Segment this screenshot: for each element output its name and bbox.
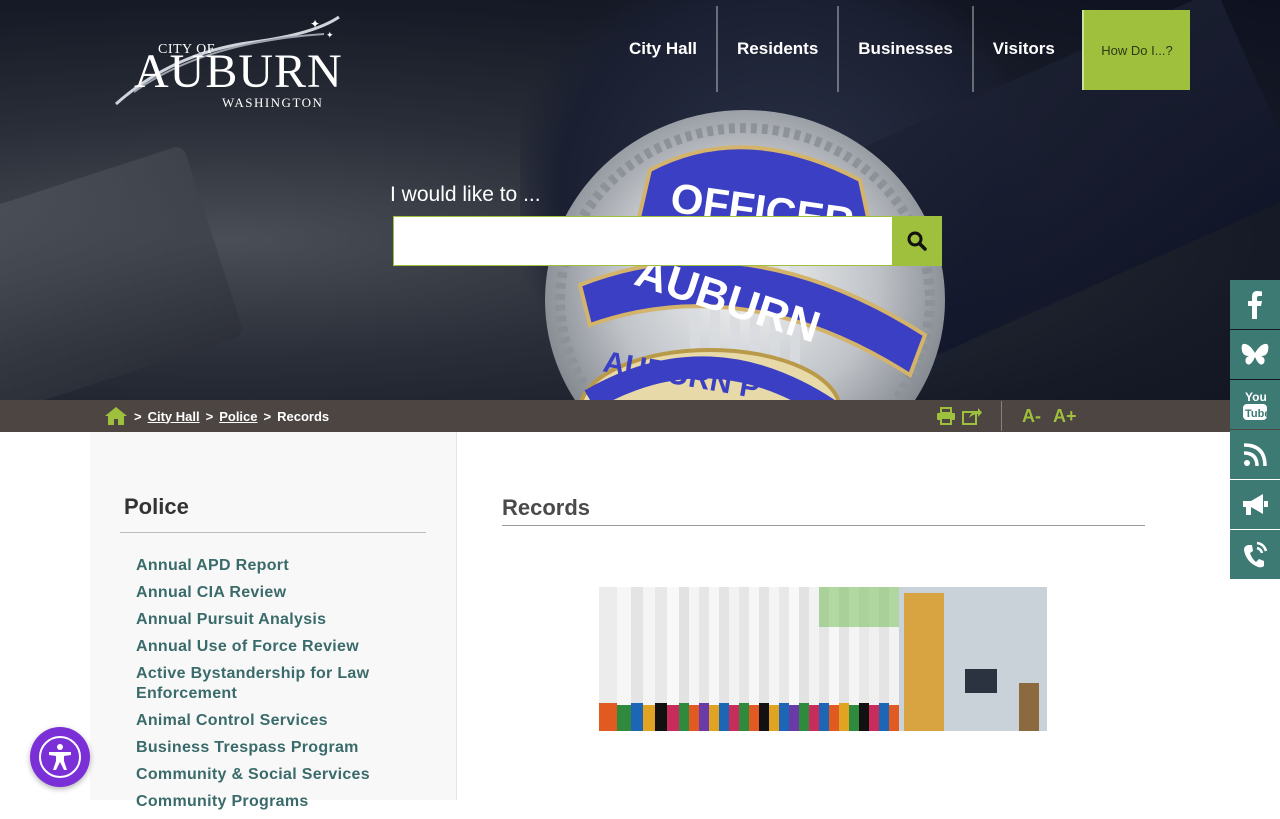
sidebar-item-annual-apd-report[interactable]: Annual APD Report	[136, 556, 426, 576]
decrease-font-button[interactable]: A-	[1022, 406, 1041, 427]
sidebar-item-animal-control[interactable]: Animal Control Services	[136, 711, 426, 731]
search-button[interactable]	[892, 216, 942, 266]
contact-phone-link[interactable]	[1230, 530, 1280, 579]
search-input[interactable]	[393, 216, 893, 266]
page-title: Records	[502, 495, 591, 520]
sidebar-item-annual-cia-review[interactable]: Annual CIA Review	[136, 583, 426, 603]
accessibility-icon	[49, 744, 71, 770]
megaphone-icon	[1243, 493, 1268, 515]
facebook-link[interactable]	[1230, 280, 1280, 329]
social-rail: You Tube	[1230, 280, 1280, 580]
bluesky-icon	[1241, 343, 1269, 365]
print-button[interactable]	[933, 405, 959, 427]
page-tools: A- A+	[933, 400, 1089, 432]
sidebar-title: Police	[124, 494, 189, 519]
facebook-icon	[1248, 290, 1262, 319]
rss-icon	[1243, 442, 1267, 466]
logo-auburn: AUBURN	[134, 45, 343, 98]
breadcrumb-bar: > City Hall > Police > Records A- A+	[0, 400, 1280, 432]
sidebar-item-annual-use-of-force-review[interactable]: Annual Use of Force Review	[136, 637, 426, 657]
svg-text:Tube: Tube	[1245, 408, 1268, 420]
notify-me-link[interactable]	[1230, 480, 1280, 529]
increase-font-button[interactable]: A+	[1053, 406, 1077, 427]
sidebar-item-community-programs[interactable]: Community Programs	[136, 792, 426, 812]
nav-visitors[interactable]: Visitors	[974, 6, 1074, 92]
search-icon	[907, 231, 927, 251]
logo-state: WASHINGTON	[222, 95, 324, 110]
share-icon	[962, 408, 982, 425]
records-image	[599, 587, 1047, 731]
breadcrumb-separator: >	[263, 408, 272, 424]
sidebar-item-active-bystandership[interactable]: Active Bystandership for Law Enforcement	[136, 664, 426, 704]
bluesky-link[interactable]	[1230, 330, 1280, 379]
svg-text:You: You	[1245, 390, 1267, 404]
share-button[interactable]	[959, 405, 985, 427]
breadcrumb-city-hall[interactable]: City Hall	[148, 409, 200, 424]
phone-icon	[1244, 541, 1268, 567]
breadcrumb-separator: >	[134, 408, 142, 424]
how-do-i-button[interactable]: How Do I...?	[1082, 10, 1190, 90]
nav-city-hall[interactable]: City Hall	[610, 6, 719, 92]
svg-text:✦: ✦	[326, 31, 334, 41]
accessibility-button[interactable]	[30, 727, 90, 787]
svg-text:✦: ✦	[310, 17, 320, 31]
youtube-icon: You Tube	[1243, 390, 1268, 420]
sidebar: Police Annual APD Report Annual CIA Revi…	[90, 432, 457, 810]
breadcrumb: > City Hall > Police > Records	[104, 400, 329, 432]
breadcrumb-separator: >	[205, 408, 214, 424]
rss-link[interactable]	[1230, 430, 1280, 479]
youtube-link[interactable]: You Tube	[1230, 380, 1280, 429]
print-icon	[937, 407, 955, 425]
breadcrumb-current: Records	[277, 408, 330, 424]
sidebar-item-business-trespass[interactable]: Business Trespass Program	[136, 738, 426, 758]
city-logo[interactable]: ✦ ✦ CITY OF AUBURN WASHINGTON	[114, 12, 344, 112]
nav-businesses[interactable]: Businesses	[839, 6, 974, 92]
breadcrumb-police[interactable]: Police	[219, 409, 257, 424]
sidebar-item-community-social-services[interactable]: Community & Social Services	[136, 765, 426, 785]
hero-banner: OFFICER AUBURN AUBURN P ✦ ✦ CITY OF AUBU…	[0, 0, 1280, 400]
main-nav: City Hall Residents Businesses Visitors	[610, 6, 1074, 92]
sidebar-list: Annual APD Report Annual CIA Review Annu…	[136, 556, 426, 819]
sidebar-item-annual-pursuit-analysis[interactable]: Annual Pursuit Analysis	[136, 610, 426, 630]
file-folders-image	[599, 587, 1047, 731]
nav-residents[interactable]: Residents	[718, 6, 840, 92]
search-label: I would like to ...	[390, 183, 541, 206]
home-icon[interactable]	[104, 406, 128, 426]
